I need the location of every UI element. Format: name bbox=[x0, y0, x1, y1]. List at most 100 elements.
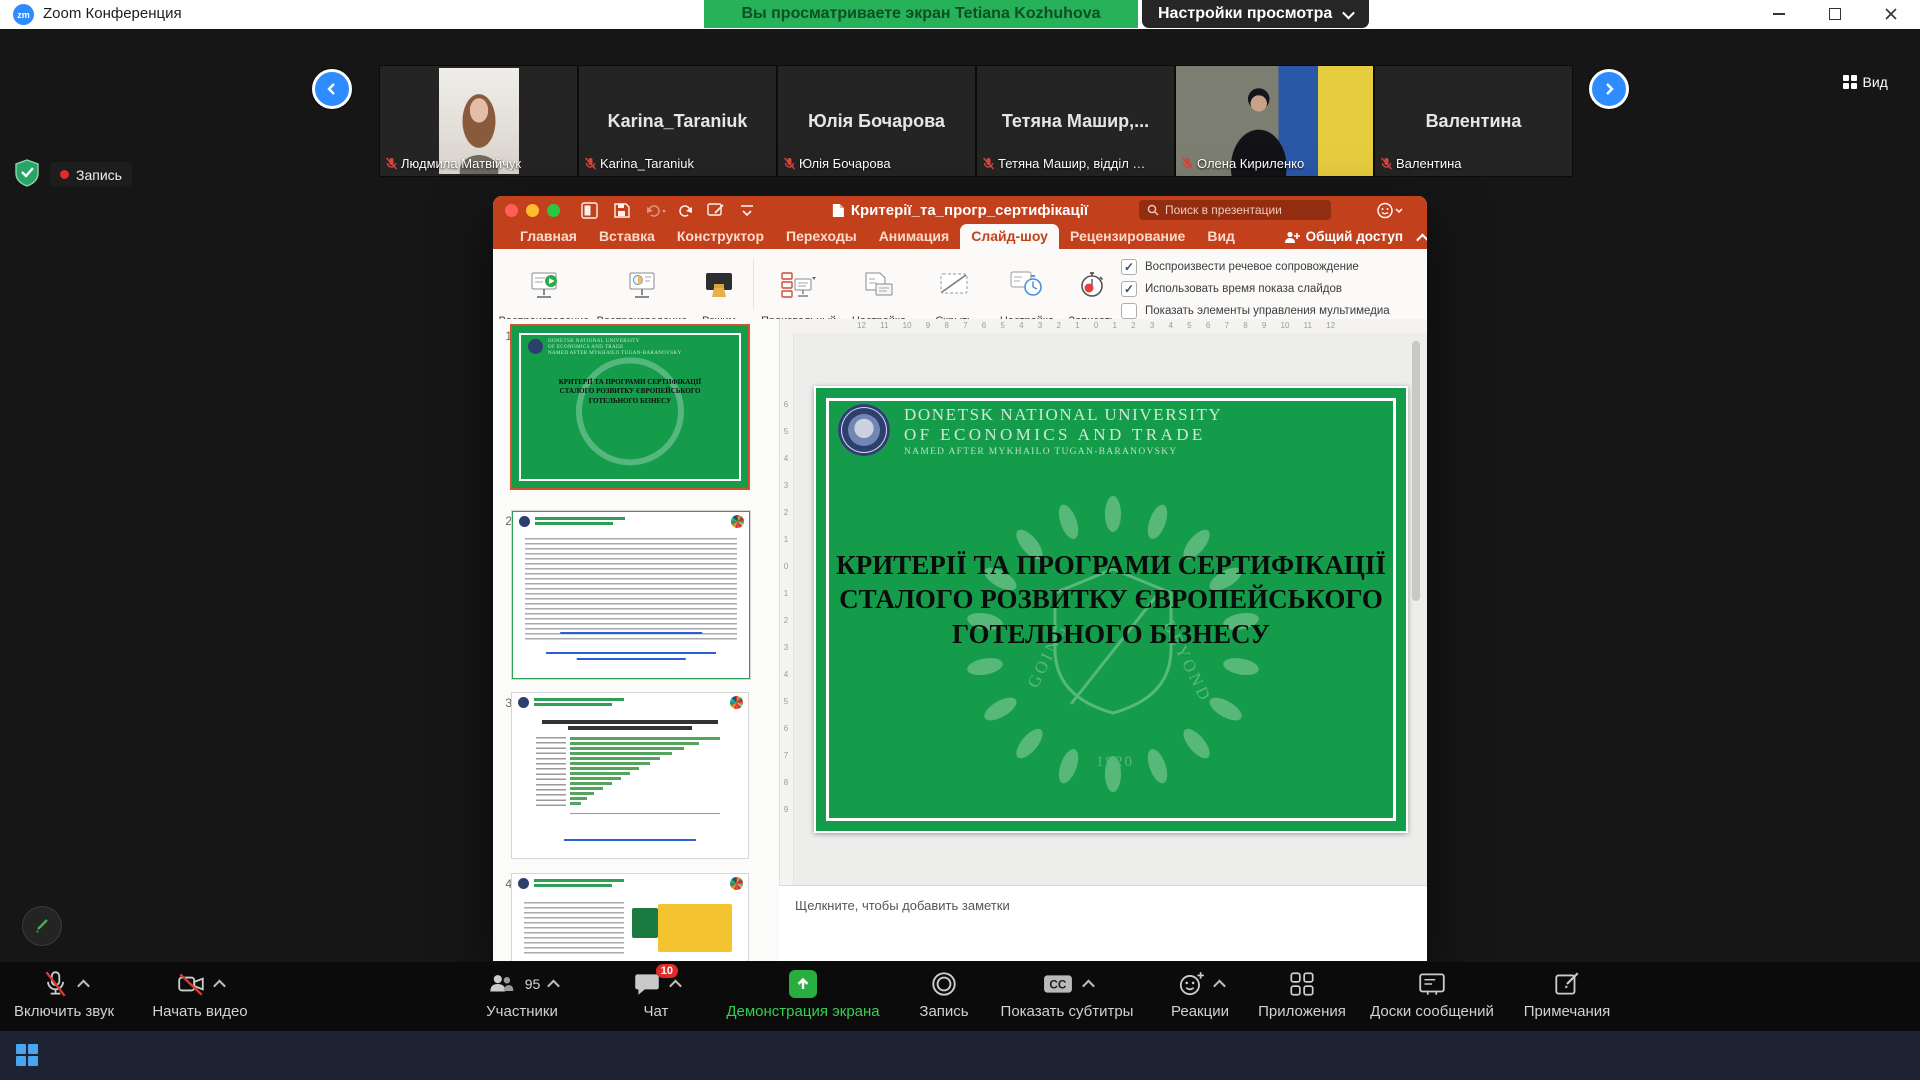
participant-name-label: Валентина bbox=[1381, 156, 1462, 171]
chat-button[interactable]: 10 Чат bbox=[612, 968, 700, 1020]
participant-tile[interactable]: Тетяна Машир,... Тетяна Машир, відділ … bbox=[977, 66, 1174, 176]
chevron-up-icon[interactable] bbox=[1213, 979, 1226, 992]
recording-indicator[interactable]: Запись bbox=[50, 162, 132, 187]
close-button[interactable] bbox=[1868, 0, 1914, 28]
mac-minimize-button[interactable] bbox=[526, 204, 539, 217]
whiteboards-button[interactable]: Доски сообщений bbox=[1357, 968, 1507, 1020]
presentation-search-box[interactable]: Поиск в презентации bbox=[1139, 200, 1331, 220]
tab-view[interactable]: Вид bbox=[1196, 224, 1246, 249]
save-icon[interactable] bbox=[613, 202, 630, 219]
zoom-title-bar: zm Zoom Конференция Вы просматриваете эк… bbox=[0, 0, 1920, 30]
scrollbar-thumb[interactable] bbox=[1412, 341, 1420, 601]
participants-count: 95 bbox=[525, 976, 541, 992]
ppt-title-bar: Критерії_та_прогр_сертифікації Поиск в п… bbox=[493, 196, 1427, 224]
participant-tile[interactable]: Валентина Валентина bbox=[1375, 66, 1572, 176]
format-painter-icon[interactable] bbox=[707, 202, 725, 219]
chevron-up-icon[interactable] bbox=[77, 979, 90, 992]
chevron-left-icon bbox=[324, 81, 340, 97]
participant-name-text: Karina_Taraniuk bbox=[600, 156, 694, 171]
slide-number: 1 bbox=[500, 329, 512, 343]
checkbox-show-media-controls[interactable]: Показать элементы управления мультимедиа bbox=[1121, 303, 1390, 319]
muted-mic-icon bbox=[585, 157, 596, 170]
annotation-tool-button[interactable] bbox=[22, 906, 62, 946]
checkbox-use-timings[interactable]: ✓ Использовать время показа слайдов bbox=[1121, 281, 1342, 297]
mini-wreath bbox=[576, 357, 684, 465]
participant-tile[interactable]: Олена Кириленко bbox=[1176, 66, 1373, 176]
checkbox-play-narrations[interactable]: ✓ Воспроизвести речевое сопровождение bbox=[1121, 259, 1359, 275]
tab-transitions[interactable]: Переходы bbox=[775, 224, 868, 249]
tab-review[interactable]: Рецензирование bbox=[1059, 224, 1196, 249]
record-button[interactable]: Запись bbox=[904, 968, 984, 1020]
slide-thumbnail-3[interactable] bbox=[512, 693, 748, 858]
security-shield-icon[interactable] bbox=[13, 158, 41, 188]
redo-icon[interactable] bbox=[677, 202, 694, 219]
record-label: Запись bbox=[919, 1003, 968, 1020]
collapse-ribbon-icon[interactable] bbox=[1416, 234, 1427, 247]
apps-button[interactable]: Приложения bbox=[1247, 968, 1357, 1020]
reactions-button[interactable]: Реакции bbox=[1150, 968, 1250, 1020]
slide-number: 2 bbox=[500, 514, 512, 528]
tab-animations[interactable]: Анимация bbox=[868, 224, 961, 249]
tab-home[interactable]: Главная bbox=[509, 224, 588, 249]
participants-icon bbox=[486, 969, 516, 999]
muted-mic-icon bbox=[1381, 157, 1392, 170]
annotate-button[interactable]: Примечания bbox=[1512, 968, 1622, 1020]
windows-logo-icon bbox=[16, 1044, 38, 1066]
new-slide-icon[interactable] bbox=[581, 202, 598, 219]
minimize-button[interactable] bbox=[1756, 0, 1802, 28]
tab-slideshow[interactable]: Слайд-шоу bbox=[960, 224, 1059, 249]
participant-tile[interactable]: Karina_Taraniuk Karina_Taraniuk bbox=[579, 66, 776, 176]
slide-number: 3 bbox=[500, 696, 512, 710]
add-person-icon bbox=[1284, 230, 1300, 244]
chevron-up-icon[interactable] bbox=[669, 979, 682, 992]
chevron-up-icon[interactable] bbox=[213, 979, 226, 992]
document-title: Критерії_та_прогр_сертифікації bbox=[832, 196, 1088, 224]
mini-green-box bbox=[632, 908, 658, 938]
chevron-up-icon[interactable] bbox=[1082, 979, 1095, 992]
start-button[interactable] bbox=[16, 1044, 38, 1066]
tab-insert[interactable]: Вставка bbox=[588, 224, 666, 249]
chevron-up-icon[interactable] bbox=[547, 979, 560, 992]
maximize-button[interactable] bbox=[1812, 0, 1858, 28]
slide-thumbnail-4[interactable] bbox=[512, 874, 748, 961]
participants-button[interactable]: 95 Участники bbox=[462, 968, 582, 1020]
notes-placeholder: Щелкните, чтобы добавить заметки bbox=[795, 898, 1010, 913]
participant-tile[interactable]: Людмила Матвійчук bbox=[380, 66, 577, 176]
share-button[interactable]: Общий доступ bbox=[1284, 224, 1403, 249]
strip-view-button[interactable]: Вид bbox=[1843, 74, 1888, 90]
strip-next-button[interactable] bbox=[1589, 69, 1629, 109]
strip-prev-button[interactable] bbox=[312, 69, 352, 109]
current-slide[interactable]: DONETSK NATIONAL UNIVERSITY OF ECONOMICS… bbox=[814, 386, 1408, 833]
participant-name-text: Валентина bbox=[1396, 156, 1462, 171]
editor-scrollbar[interactable] bbox=[1412, 341, 1420, 881]
unmute-button[interactable]: Включить звук bbox=[4, 968, 124, 1020]
captions-button[interactable]: CC Показать субтитры bbox=[987, 968, 1147, 1020]
view-options-label: Настройки просмотра bbox=[1158, 5, 1332, 23]
muted-mic-icon bbox=[983, 157, 994, 170]
share-screen-icon bbox=[789, 970, 817, 998]
start-video-button[interactable]: Начать видео bbox=[140, 968, 260, 1020]
share-screen-button[interactable]: Демонстрация экрана bbox=[708, 968, 898, 1020]
mac-close-button[interactable] bbox=[505, 204, 518, 217]
toolbar-overflow-icon[interactable] bbox=[739, 202, 755, 219]
muted-mic-icon bbox=[386, 157, 397, 170]
ribbon-separator bbox=[753, 259, 754, 309]
undo-icon[interactable] bbox=[645, 202, 667, 219]
sdg-logo bbox=[731, 515, 744, 528]
slide-title-line3: ГОТЕЛЬНОГО БІЗНЕСУ bbox=[834, 617, 1388, 651]
participant-tile[interactable]: Юлія Бочарова Юлія Бочарова bbox=[778, 66, 975, 176]
mini-header bbox=[513, 512, 749, 532]
slide-thumbnail-1[interactable]: DONETSK NATIONAL UNIVERSITYOF ECONOMICS … bbox=[512, 326, 748, 488]
horizontal-ruler: 12 11 10 9 8 7 6 5 4 3 2 1 0 1 2 3 4 5 6… bbox=[779, 319, 1427, 334]
powerpoint-window: Критерії_та_прогр_сертифікації Поиск в п… bbox=[493, 196, 1427, 961]
video-off-icon bbox=[176, 969, 206, 999]
slide-thumbnail-2[interactable] bbox=[512, 511, 750, 679]
feedback-smiley-icon[interactable] bbox=[1377, 202, 1403, 219]
slide-title[interactable]: КРИТЕРІЇ ТА ПРОГРАМИ СЕРТИФІКАЦІЇ СТАЛОГ… bbox=[834, 548, 1388, 651]
tab-design[interactable]: Конструктор bbox=[666, 224, 775, 249]
slide-title-line1: КРИТЕРІЇ ТА ПРОГРАМИ СЕРТИФІКАЦІЇ bbox=[834, 548, 1388, 582]
university-line1: DONETSK NATIONAL UNIVERSITY bbox=[904, 405, 1222, 425]
notes-pane[interactable]: Щелкните, чтобы добавить заметки bbox=[779, 885, 1427, 961]
mac-zoom-button[interactable] bbox=[547, 204, 560, 217]
view-options-button[interactable]: Настройки просмотра bbox=[1142, 0, 1369, 28]
